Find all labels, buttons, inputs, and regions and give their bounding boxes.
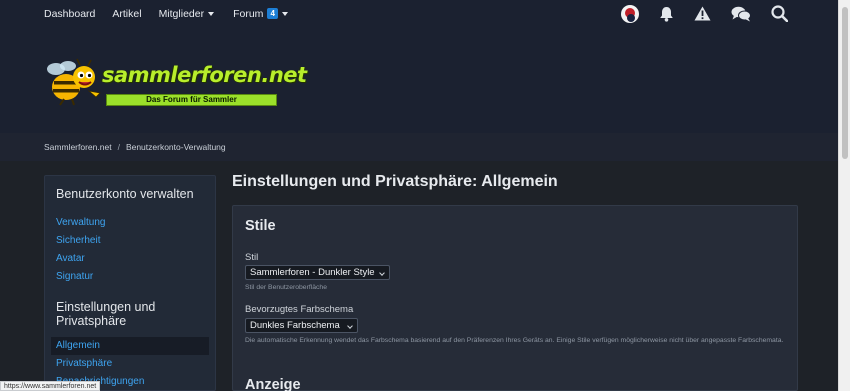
warning-icon[interactable] [694, 6, 711, 21]
sidebar-item-privatsphaere[interactable]: Privatsphäre [45, 355, 215, 373]
sidebar-account-links: Verwaltung Sicherheit Avatar Signatur [45, 214, 215, 286]
breadcrumb-home[interactable]: Sammlerforen.net [44, 142, 112, 152]
breadcrumb-bar: Sammlerforen.net / Benutzerkonto-Verwalt… [0, 133, 838, 161]
top-navigation-bar: Dashboard Artikel Mitglieder Forum 4 [0, 0, 838, 27]
bee-mascot-icon [47, 58, 101, 106]
nav-artikel-label: Artikel [112, 7, 142, 20]
settings-panel: Stile Stil Sammlerforen - Dunkler Style … [232, 205, 798, 391]
sidebar-item-signatur[interactable]: Signatur [45, 268, 215, 286]
page-scrollbar[interactable] [838, 0, 850, 391]
chevron-down-icon [208, 11, 215, 16]
search-icon[interactable] [771, 5, 788, 22]
chevron-down-icon [281, 11, 288, 16]
account-sidebar: Benutzerkonto verwalten Verwaltung Siche… [44, 175, 216, 391]
chevron-down-icon [379, 270, 385, 276]
style-label: Stil [245, 252, 259, 263]
scrollbar-thumb[interactable] [842, 7, 848, 159]
style-select[interactable]: Sammlerforen - Dunkler Style [245, 265, 390, 280]
breadcrumb: Sammlerforen.net / Benutzerkonto-Verwalt… [44, 133, 226, 161]
nav-icon-group [601, 0, 788, 27]
sidebar-item-sicherheit[interactable]: Sicherheit [45, 232, 215, 250]
sidebar-heading-account: Benutzerkonto verwalten [56, 187, 194, 201]
sidebar-item-verwaltung[interactable]: Verwaltung [45, 214, 215, 232]
section-heading-anzeige: Anzeige [245, 377, 301, 391]
color-scheme-hint: Die automatische Erkennung wendet das Fa… [245, 337, 784, 344]
main-nav: Dashboard Artikel Mitglieder Forum 4 [44, 0, 305, 27]
color-scheme-label: Bevorzugtes Farbschema [245, 304, 354, 315]
sidebar-item-avatar[interactable]: Avatar [45, 250, 215, 268]
nav-artikel[interactable]: Artikel [112, 8, 141, 20]
nav-mitglieder[interactable]: Mitglieder [159, 8, 215, 20]
logo-wordmark: sammlerforen.net [102, 63, 307, 87]
style-select-value: Sammlerforen - Dunkler Style [250, 267, 375, 278]
sidebar-item-allgemein[interactable]: Allgemein [51, 337, 209, 355]
sidebar-heading-settings: Einstellungen und Privatsphäre [56, 300, 156, 328]
nav-dashboard[interactable]: Dashboard [44, 8, 95, 20]
breadcrumb-account[interactable]: Benutzerkonto-Verwaltung [126, 142, 226, 152]
forum-count-badge: 4 [267, 8, 278, 19]
nav-forum-label: Forum [233, 7, 264, 20]
nav-dashboard-label: Dashboard [44, 7, 96, 20]
page-title: Einstellungen und Privatsphäre: Allgemei… [232, 173, 558, 190]
user-avatar[interactable] [621, 4, 639, 23]
browser-status-url: https://www.sammlerforen.net [0, 381, 101, 391]
section-heading-stile: Stile [245, 218, 276, 234]
conversations-icon[interactable] [731, 6, 751, 22]
bell-icon[interactable] [659, 6, 674, 22]
breadcrumb-separator: / [117, 142, 120, 152]
logo-tagline: Das Forum für Sammler [106, 94, 277, 106]
site-logo[interactable]: sammlerforen.net Das Forum für Sammler [44, 57, 307, 107]
color-scheme-select-value: Dunkles Farbschema [250, 320, 340, 331]
nav-mitglieder-label: Mitglieder [158, 7, 205, 20]
site-header: sammlerforen.net Das Forum für Sammler [0, 27, 838, 133]
nav-forum[interactable]: Forum 4 [233, 8, 288, 20]
style-hint: Stil der Benutzeroberfläche [245, 284, 327, 291]
chevron-down-icon [347, 323, 353, 329]
color-scheme-select[interactable]: Dunkles Farbschema [245, 318, 358, 333]
